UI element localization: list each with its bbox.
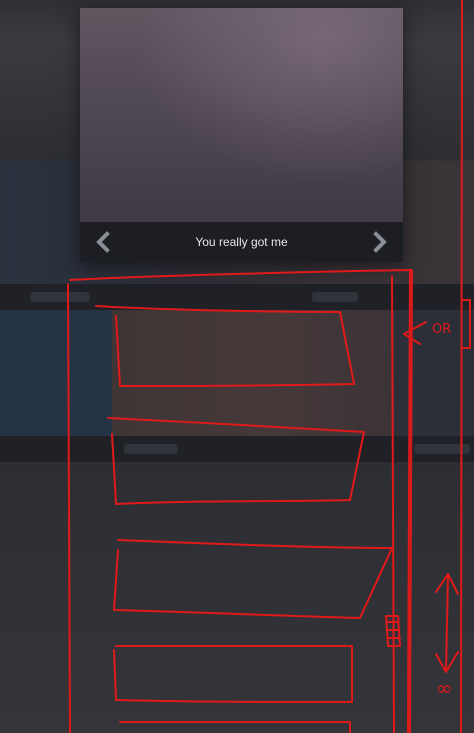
chevron-left-icon (96, 231, 110, 253)
next-button[interactable] (367, 230, 391, 254)
lightbox-image (80, 8, 403, 222)
page: You really got me OR ∞ (0, 0, 474, 733)
chevron-right-icon (373, 231, 387, 253)
background-lower (0, 462, 474, 733)
background-strip (0, 436, 474, 462)
lightbox-caption: You really got me (195, 235, 288, 249)
background-panels (0, 310, 474, 436)
sketch-or-label: OR (432, 322, 452, 337)
prev-button[interactable] (92, 230, 116, 254)
lightbox-modal: You really got me (80, 8, 403, 262)
sketch-infinity-label: ∞ (436, 676, 453, 700)
lightbox-caption-bar: You really got me (80, 222, 403, 262)
background-strip (0, 284, 474, 310)
